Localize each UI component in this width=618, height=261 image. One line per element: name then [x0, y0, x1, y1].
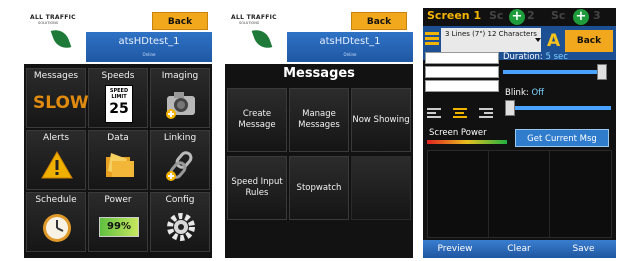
- lines-select[interactable]: 3 Lines (7") 12 Characters: [441, 28, 541, 52]
- tile-label: Imaging: [161, 71, 199, 81]
- warning-triangle-icon: [41, 150, 73, 179]
- back-button[interactable]: Back: [152, 12, 208, 30]
- logo-subtext: SOLUTIONS: [38, 21, 59, 25]
- station-name: atsHDtest_1: [118, 36, 180, 47]
- preview-cell: [428, 151, 489, 237]
- now-showing-button[interactable]: Now Showing: [351, 88, 411, 152]
- leaf-logo-icon: [251, 26, 273, 52]
- bottom-action-bar: Preview Clear Save: [423, 240, 616, 258]
- tab-screen-2-prefix[interactable]: Sc: [489, 9, 503, 22]
- logo-subtext: SOLUTIONS: [239, 21, 260, 25]
- back-button[interactable]: Back: [565, 30, 613, 52]
- station-status: Online: [142, 52, 156, 57]
- main-menu-panel: ALL TRAFFIC SOLUTIONS Back atsHDtest_1 O…: [24, 8, 212, 258]
- back-button[interactable]: Back: [351, 12, 407, 30]
- menu-tile-data[interactable]: Data: [88, 130, 148, 190]
- tile-label: Alerts: [42, 133, 70, 143]
- blink-label: Blink: Off: [505, 88, 544, 98]
- line-2-field[interactable]: [425, 66, 499, 78]
- station-banner[interactable]: atsHDtest_1 Online: [287, 32, 413, 62]
- gear-icon: [167, 213, 195, 241]
- align-left-icon[interactable]: [427, 108, 441, 118]
- manage-messages-button[interactable]: Manage Messages: [289, 88, 349, 152]
- empty-tile: [351, 156, 411, 220]
- screen-power-bar[interactable]: [427, 140, 507, 144]
- duration-slider[interactable]: [503, 70, 603, 74]
- duration-slider-handle[interactable]: [597, 64, 607, 80]
- menu-tile-imaging[interactable]: Imaging: [150, 68, 210, 128]
- tile-label: Data: [107, 133, 129, 143]
- leaf-logo-icon: [50, 26, 72, 52]
- page-title: Messages: [283, 66, 355, 81]
- line-1-field[interactable]: [425, 52, 499, 64]
- logo-text: ALL TRAFFIC: [231, 14, 277, 21]
- speed-input-rules-button[interactable]: Speed Input Rules: [227, 156, 287, 220]
- line-3-field[interactable]: [425, 80, 499, 92]
- menu-tile-messages[interactable]: Messages SLOW: [26, 68, 89, 128]
- menu-icon[interactable]: [425, 32, 439, 46]
- screen-tabs: Screen 1 Sc + 2 Sc + 3: [423, 8, 616, 26]
- add-screen-2-icon[interactable]: +: [509, 9, 525, 25]
- header: ALL TRAFFIC SOLUTIONS Back atsHDtest_1 O…: [24, 8, 212, 64]
- menu-tile-alerts[interactable]: Alerts: [26, 130, 86, 190]
- menu-tile-schedule[interactable]: Schedule: [26, 192, 86, 252]
- sign-value: 25: [109, 101, 129, 117]
- station-banner[interactable]: atsHDtest_1 Online: [86, 32, 212, 62]
- add-screen-3-icon[interactable]: +: [573, 9, 589, 25]
- blink-slider-handle[interactable]: [505, 100, 515, 116]
- header: ALL TRAFFIC SOLUTIONS Back atsHDtest_1 O…: [225, 8, 413, 64]
- clear-button[interactable]: Clear: [487, 240, 551, 258]
- preview-cell: [489, 151, 550, 237]
- chevron-down-icon: [535, 38, 541, 42]
- save-button[interactable]: Save: [551, 240, 616, 258]
- folder-icon: [106, 153, 134, 177]
- tile-label: Linking: [163, 133, 197, 143]
- camera-icon: [166, 92, 195, 119]
- tile-label: Schedule: [35, 195, 77, 205]
- sign-top-text: SPEED LIMIT: [109, 88, 129, 100]
- create-message-button[interactable]: Create Message: [227, 88, 287, 152]
- preview-cell: [550, 151, 611, 237]
- screen-power-label: Screen Power: [429, 128, 487, 138]
- align-right-icon[interactable]: [479, 108, 493, 118]
- preview-button[interactable]: Preview: [423, 240, 487, 258]
- stopwatch-button[interactable]: Stopwatch: [289, 156, 349, 220]
- menu-grid: Messages SLOW Speeds SPEED LIMIT 25 Imag…: [24, 64, 212, 258]
- station-status: Online: [343, 52, 357, 57]
- tile-label: Messages: [33, 71, 79, 81]
- menu-tile-config[interactable]: Config: [150, 192, 210, 252]
- blink-value: Off: [531, 88, 544, 98]
- duration-value: 5 sec: [545, 52, 568, 62]
- tile-label: Power: [104, 195, 132, 205]
- screen-editor-panel: Screen 1 Sc + 2 Sc + 3 3 Lines (7") 12 C…: [423, 8, 616, 258]
- messages-panel: ALL TRAFFIC SOLUTIONS Back atsHDtest_1 O…: [225, 8, 413, 258]
- logo-text: ALL TRAFFIC: [30, 14, 76, 21]
- align-center-icon[interactable]: [453, 108, 467, 118]
- tile-label: Speeds: [101, 71, 135, 81]
- menu-tile-power[interactable]: Power 99%: [88, 192, 148, 252]
- clock-icon: [43, 214, 71, 242]
- font-size-glyph[interactable]: A: [547, 31, 560, 51]
- tile-label: Config: [165, 195, 195, 205]
- message-preview-area: [427, 150, 612, 238]
- duration-label-text: Duration:: [503, 52, 543, 62]
- menu-tile-speeds[interactable]: Speeds SPEED LIMIT 25: [88, 68, 148, 128]
- tab-screen-3-number[interactable]: 3: [593, 9, 601, 22]
- slow-sign-icon: SLOW: [33, 93, 89, 113]
- get-current-msg-button[interactable]: Get Current Msg: [515, 129, 609, 147]
- tab-screen-1[interactable]: Screen 1: [427, 9, 481, 22]
- station-name: atsHDtest_1: [319, 36, 381, 47]
- blink-slider[interactable]: [505, 106, 611, 110]
- blink-label-text: Blink:: [505, 88, 529, 98]
- tab-screen-3-prefix[interactable]: Sc: [551, 9, 565, 22]
- link-icon: [166, 151, 193, 181]
- tab-screen-2-number[interactable]: 2: [527, 9, 535, 22]
- duration-label: Duration: 5 sec: [503, 52, 568, 62]
- menu-tile-linking[interactable]: Linking: [150, 130, 210, 190]
- speed-limit-sign-icon: SPEED LIMIT 25: [105, 85, 133, 123]
- battery-icon: 99%: [99, 217, 139, 237]
